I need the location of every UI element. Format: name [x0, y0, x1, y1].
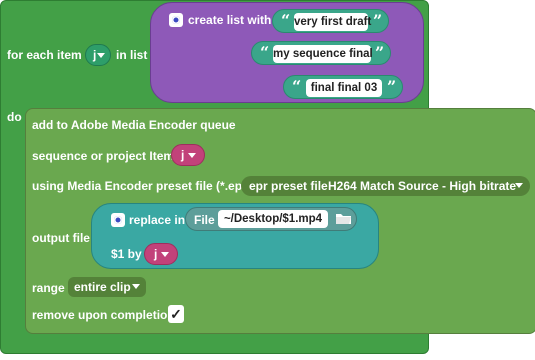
file-label: File: [194, 213, 215, 227]
open-quote: “: [260, 43, 270, 62]
list-item-text[interactable]: my sequence final: [273, 45, 373, 63]
open-quote: “: [292, 77, 302, 96]
by-variable-dropdown[interactable]: j: [144, 243, 178, 265]
sequence-label: sequence or project Item: [32, 149, 175, 163]
in-list-label: in list: [116, 48, 148, 62]
do-label: do: [7, 110, 22, 124]
by-label: $1 by: [111, 247, 142, 261]
list-item[interactable]: “ final final 03 ”: [283, 75, 403, 99]
sequence-variable-dropdown[interactable]: j: [171, 144, 205, 166]
range-dropdown[interactable]: entire clip: [68, 277, 146, 297]
preset-label: using Media Encoder preset file (*.epr): [32, 179, 251, 193]
close-quote: ”: [375, 43, 385, 62]
chevron-down-icon: [515, 183, 523, 188]
chevron-down-icon: [132, 284, 140, 289]
chevron-down-icon: [161, 252, 169, 257]
chevron-down-icon: [188, 153, 196, 158]
open-quote: “: [281, 11, 291, 30]
folder-icon[interactable]: [335, 212, 352, 225]
create-list-label: create list with: [188, 13, 272, 27]
close-quote: ”: [387, 77, 397, 96]
for-each-label: for each item: [7, 48, 82, 62]
for-each-variable-label: j: [93, 48, 97, 62]
list-item[interactable]: “ my sequence final ”: [251, 41, 391, 65]
output-label: output file: [32, 231, 90, 245]
range-value: entire clip: [74, 280, 131, 294]
remove-label: remove upon completion: [32, 308, 175, 322]
list-item-text[interactable]: very first draft: [294, 13, 371, 31]
queue-block-title: add to Adobe Media Encoder queue: [32, 118, 236, 132]
for-each-variable-dropdown[interactable]: j: [85, 44, 111, 66]
by-variable-label: j: [154, 247, 158, 261]
replace-label: replace in: [129, 213, 186, 227]
preset-prefix: epr preset file: [249, 179, 328, 193]
preset-value: H264 Match Source - High bitrate: [328, 179, 517, 193]
close-quote: ”: [373, 11, 383, 30]
list-item[interactable]: “ very first draft ”: [272, 9, 389, 33]
file-path-input[interactable]: ~/Desktop/$1.mp4: [218, 210, 328, 228]
list-item-text[interactable]: final final 03: [306, 79, 382, 97]
remove-upon-completion-checkbox[interactable]: ✓: [168, 305, 184, 323]
gear-icon[interactable]: [111, 213, 125, 227]
gear-icon[interactable]: [169, 13, 183, 27]
range-label: range: [32, 281, 65, 295]
preset-dropdown[interactable]: epr preset file H264 Match Source - High…: [241, 176, 530, 196]
sequence-variable-label: j: [181, 148, 185, 162]
chevron-down-icon: [97, 53, 105, 58]
